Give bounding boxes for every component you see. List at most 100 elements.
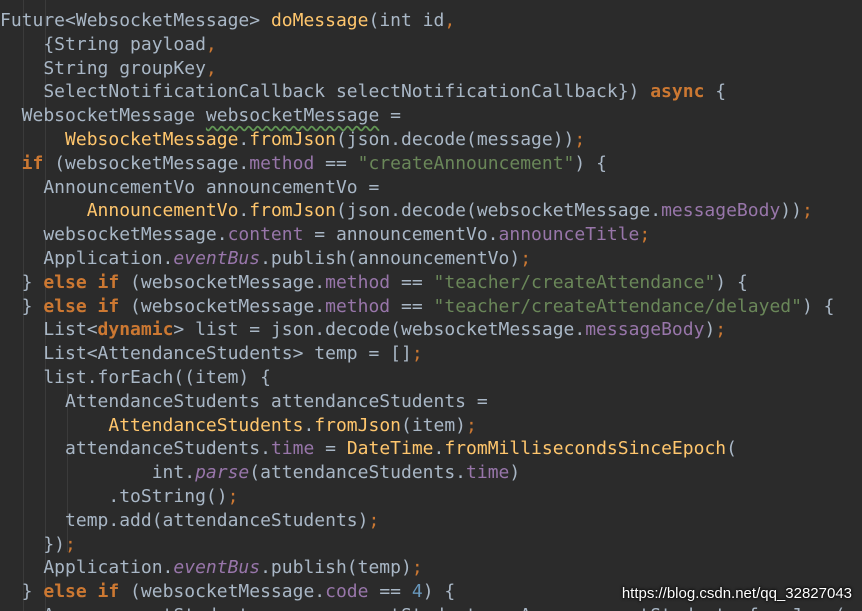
code-token: "createAnnouncement" <box>357 152 575 174</box>
code-token: ; <box>65 533 76 555</box>
code-token: temp.add(attendanceStudents) <box>0 509 369 531</box>
code-token: , <box>205 33 217 55</box>
code-token: eventBus <box>173 247 261 269</box>
code-token: (websocketMessage. <box>119 295 326 317</box>
code-token: SelectNotificationCallback selectNotific… <box>0 81 651 103</box>
code-token: ; <box>411 343 423 365</box>
code-token: == <box>368 581 412 603</box>
code-line[interactable]: websocketMessage.content = announcementV… <box>0 223 862 247</box>
code-line[interactable]: } else if (websocketMessage.method == "t… <box>0 295 862 319</box>
code-token: 4 <box>411 581 423 603</box>
code-token: (json.decode(message)) <box>335 128 575 150</box>
code-token: messageBody <box>585 319 705 341</box>
code-token: == <box>390 295 434 317</box>
code-token: async <box>650 81 705 103</box>
code-token: ; <box>411 557 423 579</box>
code-area[interactable]: Future<WebsocketMessage> doMessage(int i… <box>0 9 862 611</box>
code-token: AnnouncementStudents announcementStudent… <box>0 605 845 611</box>
code-line[interactable]: AnnouncementStudents announcementStudent… <box>0 604 862 611</box>
code-token: "teacher/createAttendance/delayed" <box>433 295 802 317</box>
code-line[interactable]: .toString(); <box>0 485 862 509</box>
code-token: websocketMessage. <box>0 224 228 246</box>
code-token: ( <box>726 438 737 460</box>
code-token: }) <box>0 533 66 555</box>
code-token: method <box>325 271 391 293</box>
code-line[interactable]: String groupKey, <box>0 57 862 81</box>
code-line[interactable]: WebsocketMessage.fromJson(json.decode(me… <box>0 128 862 152</box>
code-token: .toString() <box>0 485 228 507</box>
code-line[interactable]: AnnouncementVo announcementVo = <box>0 176 862 200</box>
code-line[interactable]: SelectNotificationCallback selectNotific… <box>0 80 862 104</box>
code-token: AnnouncementVo announcementVo = <box>0 176 380 198</box>
code-token: , <box>205 57 217 79</box>
code-token: == <box>390 271 434 293</box>
code-token: ; <box>466 414 477 436</box>
code-token: Application. <box>0 247 174 269</box>
code-token: ; <box>715 319 727 341</box>
code-editor[interactable]: Future<WebsocketMessage> doMessage(int i… <box>0 0 862 611</box>
code-token: List<AttendanceStudents> temp = [] <box>0 343 412 365</box>
code-line[interactable]: list.forEach((item) { <box>0 366 862 390</box>
code-token: (int id <box>368 10 445 31</box>
code-token: fromJson <box>249 128 336 150</box>
code-line[interactable]: WebsocketMessage websocketMessage = <box>0 104 862 128</box>
code-line[interactable]: attendanceStudents.time = DateTime.fromM… <box>0 437 862 461</box>
code-line[interactable]: List<dynamic> list = json.decode(websock… <box>0 318 862 342</box>
code-token: . <box>433 438 445 460</box>
code-token: doMessage <box>270 10 369 31</box>
code-line[interactable]: AttendanceStudents.fromJson(item); <box>0 414 862 438</box>
code-token: ) { <box>574 152 607 174</box>
code-line[interactable]: int.parse(attendanceStudents.time) <box>0 461 862 485</box>
code-token: .publish(temp) <box>260 557 412 579</box>
code-token: AnnouncementVo <box>86 200 239 222</box>
code-token: parse <box>195 462 250 484</box>
code-token: eventBus <box>173 557 261 579</box>
code-token: (item) <box>401 414 467 436</box>
code-line[interactable]: {String payload, <box>0 33 862 57</box>
code-line[interactable]: Future<WebsocketMessage> doMessage(int i… <box>0 9 862 33</box>
code-line[interactable]: } else if (websocketMessage.method == "t… <box>0 271 862 295</box>
code-token: . <box>238 200 250 222</box>
code-token: WebsocketMessage <box>65 128 239 150</box>
code-token: . <box>238 128 250 150</box>
code-token: ) <box>704 319 716 341</box>
code-token: )) <box>780 200 802 222</box>
code-line[interactable]: temp.add(attendanceStudents); <box>0 509 862 533</box>
code-token: = <box>314 438 347 460</box>
code-token: AttendanceStudents <box>108 414 304 436</box>
code-token: websocketMessage <box>205 105 380 127</box>
code-token: ; <box>227 485 239 507</box>
code-token: == <box>314 152 358 174</box>
code-token: time <box>466 462 510 484</box>
code-token: list.forEach((item) { <box>0 366 271 388</box>
code-line[interactable]: }); <box>0 533 862 557</box>
code-token: > list = json.decode(websocketMessage. <box>173 319 586 341</box>
code-line[interactable]: AnnouncementVo.fromJson(json.decode(webs… <box>0 199 862 223</box>
code-token: messageBody <box>661 200 781 222</box>
code-token: fromJson <box>249 200 336 222</box>
code-token: . <box>303 414 315 436</box>
code-token: (websocketMessage. <box>119 271 326 293</box>
code-token: List< <box>0 319 98 341</box>
code-line[interactable]: Application.eventBus.publish(announcemen… <box>0 247 862 271</box>
code-token: (attendanceStudents. <box>249 462 467 484</box>
code-line[interactable]: if (websocketMessage.method == "createAn… <box>0 152 862 176</box>
code-token: else if <box>43 581 120 603</box>
code-token: fromJson <box>314 414 401 436</box>
code-token: ) { <box>715 271 748 293</box>
code-token: announceTitle <box>498 224 640 246</box>
code-line[interactable]: AttendanceStudents attendanceStudents = <box>0 390 862 414</box>
code-token: ) { <box>422 581 456 603</box>
code-line[interactable]: List<AttendanceStudents> temp = []; <box>0 342 862 366</box>
code-token: } <box>0 295 44 317</box>
code-token: (json.decode(websocketMessage. <box>335 200 662 222</box>
code-token: } <box>0 271 44 293</box>
code-token: content <box>227 224 304 246</box>
code-token: method <box>249 152 315 174</box>
code-token: , <box>444 10 456 31</box>
code-line[interactable]: Application.eventBus.publish(temp); <box>0 556 862 580</box>
code-token: ; <box>801 200 813 222</box>
